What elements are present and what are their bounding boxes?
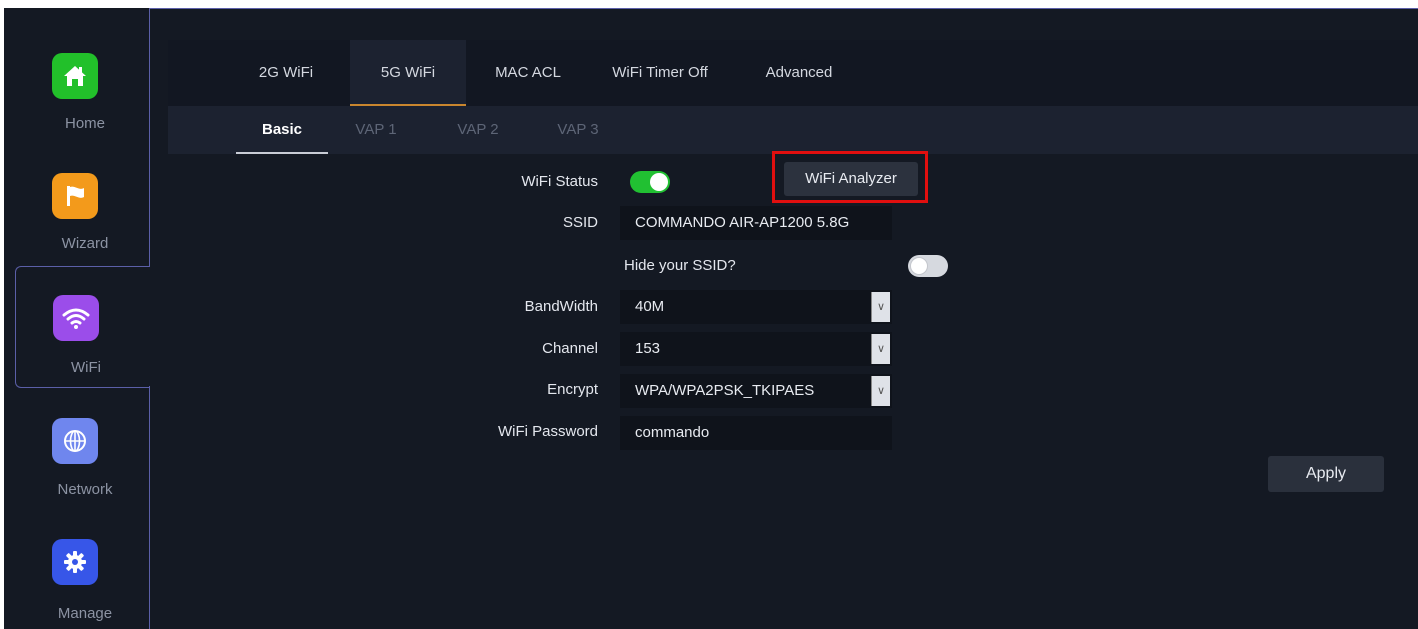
tab-advanced[interactable]: Advanced xyxy=(744,40,854,106)
encrypt-value: WPA/WPA2PSK_TKIPAES xyxy=(635,382,815,399)
gear-icon xyxy=(52,539,98,585)
channel-value: 153 xyxy=(635,340,661,357)
hide-ssid-label: Hide your SSID? xyxy=(624,257,736,274)
globe-icon xyxy=(52,418,98,464)
tab-5g-wifi[interactable]: 5G WiFi xyxy=(350,40,466,106)
wifi-status-label: WiFi Status xyxy=(521,173,598,190)
highlight-annotation xyxy=(772,151,928,203)
home-icon xyxy=(52,53,98,99)
subtab-vap3[interactable]: VAP 3 xyxy=(548,106,608,154)
sidebar-item-label: Manage xyxy=(57,605,113,622)
encrypt-select[interactable]: WPA/WPA2PSK_TKIPAES ∨ xyxy=(620,374,892,408)
toggle-knob xyxy=(910,257,928,275)
sidebar-item-wizard[interactable]: Wizard xyxy=(4,126,150,252)
chevron-down-icon[interactable]: ∨ xyxy=(871,292,890,322)
password-label: WiFi Password xyxy=(497,423,598,440)
hide-ssid-toggle[interactable] xyxy=(908,255,948,277)
ssid-input[interactable]: COMMANDO AIR-AP1200 5.8G xyxy=(620,206,892,240)
router-admin-window: Home Wizard WiFi Network Manage 2G WiFi … xyxy=(4,8,1418,629)
sidebar-item-wifi[interactable]: WiFi xyxy=(15,266,149,388)
bandwidth-select[interactable]: 40M ∨ xyxy=(620,290,892,324)
wifi-icon xyxy=(53,295,99,341)
subtab-vap2[interactable]: VAP 2 xyxy=(448,106,508,154)
chevron-down-icon[interactable]: ∨ xyxy=(871,376,890,406)
tab-2g-wifi[interactable]: 2G WiFi xyxy=(238,40,334,106)
sidebar: Home Wizard WiFi Network Manage xyxy=(4,8,150,629)
sidebar-item-manage[interactable]: Manage xyxy=(4,504,150,622)
password-input[interactable]: commando xyxy=(620,416,892,450)
sidebar-item-label: WiFi xyxy=(71,359,101,376)
tab-wifi-timer-off[interactable]: WiFi Timer Off xyxy=(590,40,730,106)
main-content: 2G WiFi 5G WiFi MAC ACL WiFi Timer Off A… xyxy=(150,9,1418,629)
bandwidth-value: 40M xyxy=(635,298,665,315)
flag-icon xyxy=(52,173,98,219)
sidebar-item-label: Network xyxy=(57,481,113,498)
sidebar-item-network[interactable]: Network xyxy=(4,386,150,504)
chevron-down-icon[interactable]: ∨ xyxy=(871,334,890,364)
toggle-knob xyxy=(650,173,668,191)
apply-button[interactable]: Apply xyxy=(1268,456,1384,492)
wifi-status-toggle[interactable] xyxy=(630,171,670,193)
subtab-basic[interactable]: Basic xyxy=(236,106,328,154)
bandwidth-label: BandWidth xyxy=(524,298,598,315)
ssid-label: SSID xyxy=(562,214,598,231)
tab-mac-acl[interactable]: MAC ACL xyxy=(480,40,576,106)
sidebar-item-label: Wizard xyxy=(61,235,109,252)
encrypt-label: Encrypt xyxy=(547,381,598,398)
subtab-vap1[interactable]: VAP 1 xyxy=(346,106,406,154)
channel-select[interactable]: 153 ∨ xyxy=(620,332,892,366)
sidebar-item-home[interactable]: Home xyxy=(4,8,150,132)
channel-label: Channel xyxy=(542,340,598,357)
